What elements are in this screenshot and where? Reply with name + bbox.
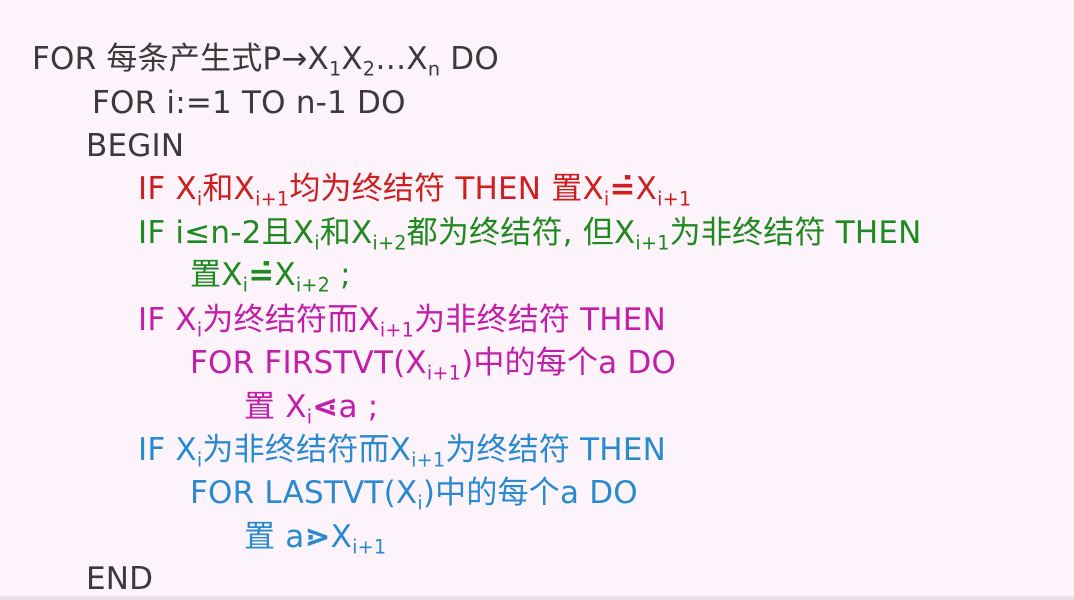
subscript: i+1 — [352, 535, 387, 559]
algorithm-line-4: IF Xi和Xi+1均为终结符 THEN 置Xi=̇Xi+1 — [138, 170, 692, 211]
line-text: 置 a — [244, 519, 305, 555]
algorithm-line-8: FOR FIRSTVT(Xi+1)中的每个a DO — [190, 344, 677, 385]
subscript: i+1 — [255, 187, 290, 211]
greater-precedence-operator: ⋗ — [304, 519, 331, 555]
line-text: )中的每个a DO — [422, 475, 638, 511]
algorithm-line-5: IF i≤n-2且Xi和Xi+2都为终结符, 但Xi+1为非终结符 THEN — [138, 214, 922, 255]
equal-precedence-operator: =̇ — [609, 171, 636, 207]
line-text: IF X — [138, 302, 197, 338]
algorithm-line-11: FOR LASTVT(Xi)中的每个a DO — [190, 474, 638, 513]
line-text: 为终结符 THEN — [445, 432, 666, 468]
line-text: BEGIN — [86, 128, 185, 164]
line-text: FOR 每条产生式P→X — [32, 41, 329, 77]
line-text: 为终结符而X — [202, 302, 380, 338]
algorithm-line-7: IF Xi为终结符而Xi+1为非终结符 THEN — [138, 301, 666, 342]
subscript: 2 — [362, 57, 376, 81]
line-text: DO — [440, 41, 499, 77]
line-text: 和X — [319, 215, 373, 251]
subscript: i+1 — [635, 231, 670, 255]
line-text: X — [274, 257, 296, 293]
subscript: n — [427, 57, 441, 81]
algorithm-line-9: 置 Xi⋖a ; — [244, 388, 379, 427]
algorithm-line-12: 置 a⋗Xi+1 — [244, 518, 387, 559]
line-text: FOR LASTVT(X — [190, 475, 418, 511]
algorithm-line-13: END — [86, 560, 153, 598]
line-text: 为非终结符 THEN — [414, 302, 666, 338]
line-text: X — [341, 41, 363, 77]
line-text: FOR i:=1 TO n-1 DO — [92, 85, 406, 121]
line-text: 置 X — [244, 389, 307, 425]
line-text: IF i≤n-2且X — [138, 215, 315, 251]
line-text: 都为终结符, 但X — [406, 215, 636, 251]
subscript: i+1 — [426, 361, 462, 385]
line-text: ; — [330, 257, 351, 293]
algorithm-line-1: FOR 每条产生式P→X1X2…Xn DO — [32, 40, 499, 81]
line-text: FOR FIRSTVT(X — [190, 345, 427, 381]
bottom-divider — [0, 596, 1074, 600]
algorithm-line-3: BEGIN — [86, 127, 184, 165]
subscript: i+1 — [411, 448, 446, 472]
subscript: i+1 — [379, 318, 415, 342]
subscript: 1 — [328, 57, 342, 81]
algorithm-line-2: FOR i:=1 TO n-1 DO — [92, 84, 406, 122]
subscript: i+1 — [657, 187, 692, 211]
line-text: …X — [375, 41, 428, 77]
algorithm-line-10: IF Xi为非终结符而Xi+1为终结符 THEN — [138, 431, 666, 472]
line-text: X — [330, 519, 353, 555]
line-text: IF X — [138, 432, 197, 468]
line-text: 为非终结符而X — [202, 432, 412, 468]
subscript: i+2 — [372, 231, 407, 255]
line-text: 为非终结符 THEN — [669, 215, 922, 251]
line-text: END — [86, 561, 154, 597]
algorithm-line-6: 置Xi=̇Xi+2 ; — [190, 256, 351, 297]
slide: FOR 每条产生式P→X1X2…Xn DO FOR i:=1 TO n-1 DO… — [0, 0, 1074, 600]
line-text: X — [635, 171, 658, 207]
line-text: )中的每个a DO — [461, 345, 677, 381]
line-text: IF X — [138, 171, 197, 207]
equal-precedence-operator: =̇ — [248, 257, 275, 293]
less-precedence-operator: ⋖ — [312, 389, 339, 425]
line-text: 置X — [190, 257, 243, 293]
line-text: 均为终结符 THEN 置X — [289, 171, 604, 207]
line-text: 和X — [202, 171, 256, 207]
line-text: a ; — [338, 389, 379, 425]
subscript: i+2 — [295, 273, 331, 297]
